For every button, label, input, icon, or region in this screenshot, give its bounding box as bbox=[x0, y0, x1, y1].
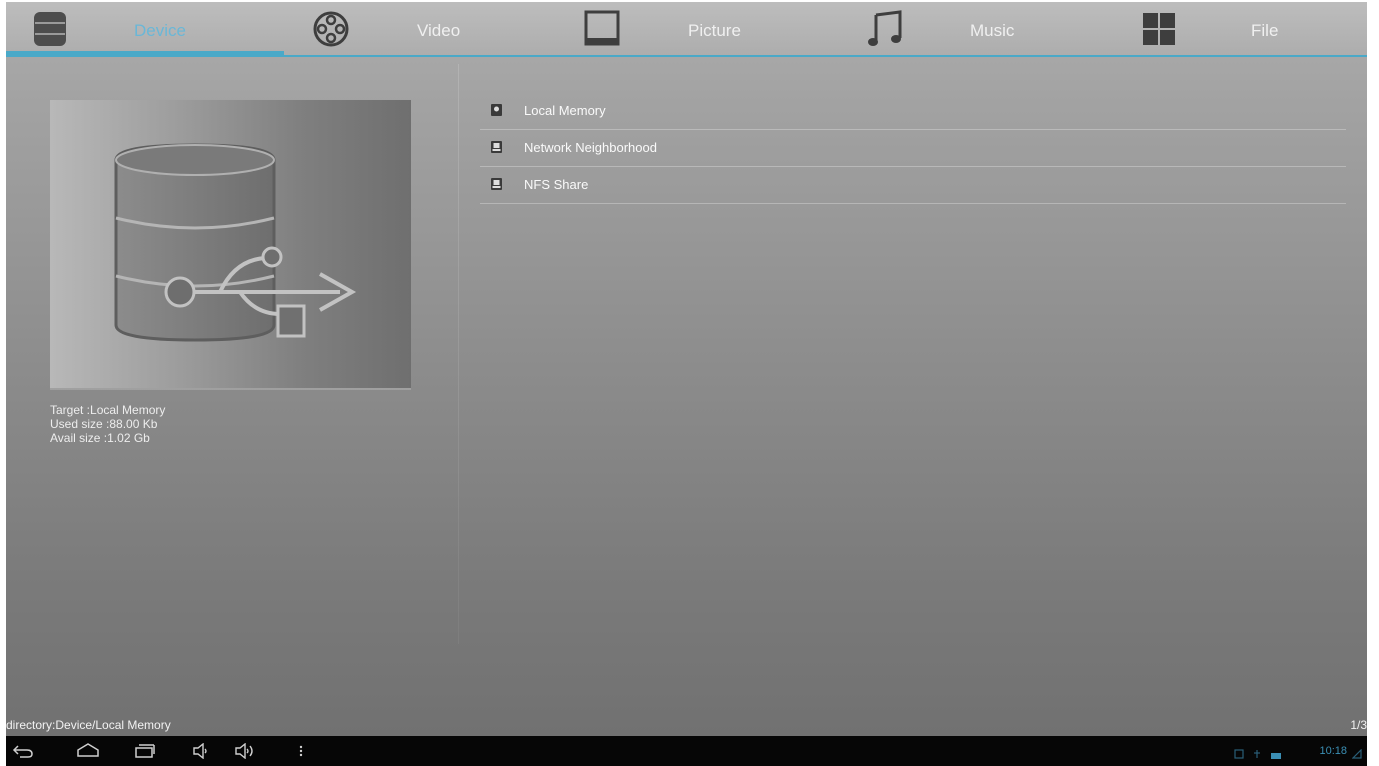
signal-icon bbox=[1351, 746, 1362, 764]
database-icon bbox=[32, 10, 68, 53]
tab-device-label: Device bbox=[134, 21, 186, 40]
home-icon[interactable] bbox=[76, 743, 100, 764]
menu-dots-icon[interactable] bbox=[298, 743, 304, 764]
tab-video[interactable]: Video bbox=[284, 2, 564, 55]
tab-video-label: Video bbox=[417, 21, 461, 40]
tab-file[interactable]: File bbox=[1126, 2, 1367, 55]
music-note-icon bbox=[866, 10, 904, 53]
picture-frame-icon bbox=[584, 10, 620, 53]
usb-storage-icon bbox=[114, 143, 357, 342]
list-item-network-neighborhood[interactable]: Network Neighborhood bbox=[480, 130, 1346, 167]
tab-picture-label: Picture bbox=[688, 21, 741, 40]
system-nav-bar: 10:18 bbox=[6, 736, 1367, 766]
device-list: Local Memory Network Neighborhood NFS Sh… bbox=[480, 93, 1346, 204]
list-item-label: Network Neighborhood bbox=[524, 140, 657, 155]
tab-picture[interactable]: Picture bbox=[564, 2, 846, 55]
tab-file-label: File bbox=[1251, 21, 1279, 40]
tab-music-label: Music bbox=[970, 21, 1015, 40]
target-info: Target :Local Memory bbox=[50, 403, 166, 417]
tab-device[interactable]: Device bbox=[6, 2, 284, 55]
screen: Device Video Picture Music File Target:… bbox=[6, 2, 1367, 766]
volume-down-icon[interactable] bbox=[192, 742, 210, 764]
film-reel-icon bbox=[312, 10, 350, 53]
recent-apps-icon[interactable] bbox=[134, 743, 156, 764]
avail-size-info: Avail size :1.02 Gb bbox=[50, 431, 150, 445]
ethernet-icon bbox=[1270, 747, 1282, 765]
list-item-label: NFS Share bbox=[524, 177, 589, 192]
page-indicator: 1/3 bbox=[1350, 718, 1367, 732]
panel-divider bbox=[458, 64, 459, 644]
used-size-info: Used size :88.00 Kb bbox=[50, 417, 158, 431]
local-memory-icon bbox=[491, 103, 502, 116]
directory-path: directory:Device/Local Memory bbox=[6, 718, 171, 732]
grid-icon bbox=[1141, 10, 1177, 53]
status-clock: 10:18 bbox=[1319, 745, 1347, 757]
network-icon bbox=[491, 140, 502, 153]
notification-icon bbox=[1234, 746, 1244, 764]
active-tab-indicator bbox=[6, 51, 284, 55]
list-item-nfs-share[interactable]: NFS Share bbox=[480, 167, 1346, 204]
device-preview-image bbox=[50, 100, 411, 388]
volume-up-icon[interactable] bbox=[234, 742, 256, 764]
usb-status-icon bbox=[1252, 746, 1262, 764]
back-icon[interactable] bbox=[12, 743, 34, 764]
list-item-local-memory[interactable]: Local Memory bbox=[480, 93, 1346, 130]
list-item-label: Local Memory bbox=[524, 103, 606, 118]
tab-bar: Device Video Picture Music File bbox=[6, 2, 1367, 57]
tab-music[interactable]: Music bbox=[846, 2, 1126, 55]
nfs-share-icon bbox=[491, 177, 502, 190]
